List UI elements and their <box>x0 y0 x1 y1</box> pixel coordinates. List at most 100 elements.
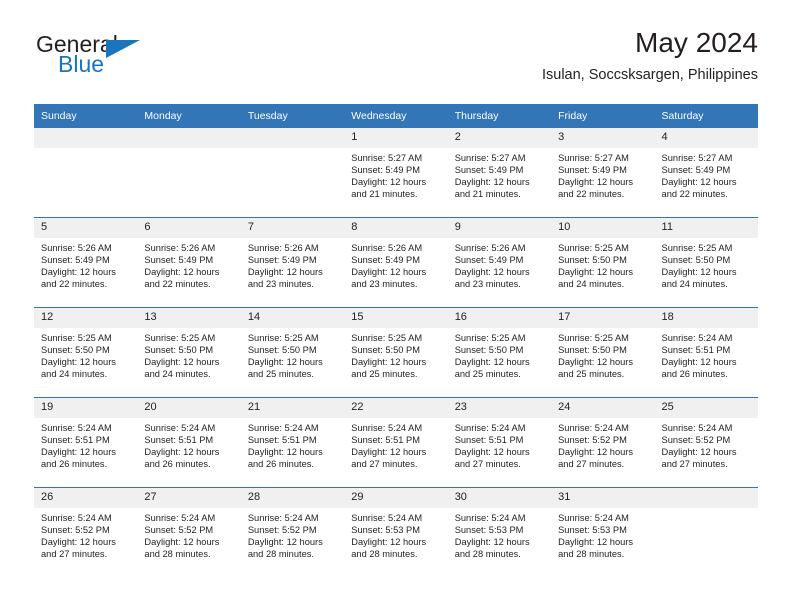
day-sunset-text: Sunset: 5:49 PM <box>558 165 627 176</box>
day-daylight-line1-text: Daylight: 12 hours <box>661 447 737 458</box>
title-block: May 2024 Isulan, Soccsksargen, Philippin… <box>542 26 758 85</box>
day-daylight-line1-text: Daylight: 12 hours <box>558 267 634 278</box>
day-daylight-line2-text: and 28 minutes. <box>454 549 521 560</box>
day-daylight-line2-text: and 24 minutes. <box>661 279 728 290</box>
calendar-day-cell[interactable]: 21 Sunrise: 5:24 AM Sunset: 5:51 PM Dayligh… <box>240 397 345 488</box>
location-subtitle: Isulan, Soccsksargen, Philippines <box>541 67 758 83</box>
day-daylight-line2-text: and 21 minutes. <box>454 189 521 200</box>
calendar-day-cell[interactable]: 3 Sunrise: 5:27 AM Sunset: 5:49 PM Daylight… <box>551 128 655 218</box>
calendar-header-row: Sunday Monday Tuesday Wednesday Thursday… <box>34 104 758 128</box>
day-sunrise-text: Sunrise: 5:25 AM <box>247 333 319 343</box>
calendar-day-cell[interactable]: 15 Sunrise: 5:25 AM Sunset: 5:50 PM Dayligh… <box>344 307 448 398</box>
day-daylight-line2-text: and 28 minutes. <box>144 549 211 560</box>
calendar-day-cell[interactable]: 7 Sunrise: 5:26 AM Sunset: 5:49 PM Daylight… <box>240 217 345 308</box>
day-sunrise-text: Sunrise: 5:26 AM <box>351 243 423 253</box>
day-number: 19 <box>34 398 138 418</box>
day-details: Sunrise: 5:26 AM Sunset: 5:49 PM Daylight:… <box>137 238 240 290</box>
calendar-day-cell[interactable]: 18 Sunrise: 5:24 AM Sunset: 5:51 PM Dayligh… <box>654 307 758 398</box>
calendar-day-cell[interactable]: 24 Sunrise: 5:24 AM Sunset: 5:52 PM Dayligh… <box>551 397 655 488</box>
calendar-day-cell[interactable]: 27 Sunrise: 5:24 AM Sunset: 5:52 PM Dayligh… <box>137 487 241 577</box>
day-sunset-text: Sunset: 5:49 PM <box>661 165 731 176</box>
day-number: 2 <box>447 128 552 148</box>
day-daylight-line1-text: Daylight: 12 hours <box>351 177 427 188</box>
calendar-day-cell[interactable]: 19 Sunrise: 5:24 AM Sunset: 5:51 PM Dayligh… <box>34 397 138 488</box>
calendar-day-cell[interactable]: 4 Sunrise: 5:27 AM Sunset: 5:49 PM Daylight… <box>654 128 758 218</box>
day-sunset-text: Sunset: 5:53 PM <box>351 525 420 536</box>
day-sunset-text: Sunset: 5:52 PM <box>558 435 627 446</box>
calendar-day-cell[interactable]: 13 Sunrise: 5:25 AM Sunset: 5:50 PM Dayligh… <box>137 307 241 398</box>
calendar-day-cell[interactable]: 6 Sunrise: 5:26 AM Sunset: 5:49 PM Daylight… <box>137 217 241 308</box>
day-daylight-line1-text: Daylight: 12 hours <box>558 537 634 548</box>
day-details: Sunrise: 5:24 AM Sunset: 5:52 PM Daylight:… <box>655 418 758 470</box>
calendar-day-cell[interactable]: 9 Sunrise: 5:26 AM Sunset: 5:49 PM Daylight… <box>447 217 552 308</box>
day-daylight-line1-text: Daylight: 12 hours <box>144 267 220 278</box>
day-daylight-line1-text: Daylight: 12 hours <box>247 537 323 548</box>
day-number: 28 <box>240 488 345 508</box>
day-sunrise-text: Sunrise: 5:24 AM <box>247 423 319 433</box>
calendar-day-cell[interactable]: 12 Sunrise: 5:25 AM Sunset: 5:50 PM Dayligh… <box>34 307 138 398</box>
day-daylight-line1-text: Daylight: 12 hours <box>351 447 427 458</box>
day-daylight-line1-text: Daylight: 12 hours <box>661 357 737 368</box>
calendar-day-cell[interactable]: 5 Sunrise: 5:26 AM Sunset: 5:49 PM Daylight… <box>34 217 138 308</box>
calendar-day-cell[interactable]: 17 Sunrise: 5:25 AM Sunset: 5:50 PM Dayligh… <box>551 307 655 398</box>
weekday-header-monday: Monday <box>137 104 241 128</box>
day-sunset-text: Sunset: 5:52 PM <box>41 525 110 536</box>
brand-logo[interactable]: General Blue <box>34 32 264 92</box>
day-sunset-text: Sunset: 5:52 PM <box>661 435 731 446</box>
calendar-day-cell[interactable]: 31 Sunrise: 5:24 AM Sunset: 5:53 PM Dayligh… <box>551 487 655 577</box>
calendar-day-cell[interactable]: 8 Sunrise: 5:26 AM Sunset: 5:49 PM Daylight… <box>344 217 448 308</box>
calendar-day-cell[interactable]: 28 Sunrise: 5:24 AM Sunset: 5:52 PM Dayligh… <box>240 487 345 577</box>
day-number: 24 <box>551 398 655 418</box>
day-number: 15 <box>344 308 448 328</box>
calendar-day-cell[interactable]: 23 Sunrise: 5:24 AM Sunset: 5:51 PM Dayligh… <box>447 397 552 488</box>
calendar-day-cell[interactable]: 2 Sunrise: 5:27 AM Sunset: 5:49 PM Daylight… <box>447 128 552 218</box>
calendar-day-cell[interactable]: 11 Sunrise: 5:25 AM Sunset: 5:50 PM Dayligh… <box>654 217 758 308</box>
calendar-day-cell[interactable]: 22 Sunrise: 5:24 AM Sunset: 5:51 PM Dayligh… <box>344 397 448 488</box>
day-daylight-line2-text: and 22 minutes. <box>558 189 625 200</box>
day-daylight-line2-text: and 26 minutes. <box>41 459 108 470</box>
calendar-day-cell[interactable]: 29 Sunrise: 5:24 AM Sunset: 5:53 PM Dayligh… <box>344 487 448 577</box>
day-daylight-line2-text: and 24 minutes. <box>144 369 211 380</box>
day-daylight-line1-text: Daylight: 12 hours <box>454 177 530 188</box>
day-sunset-text: Sunset: 5:50 PM <box>41 345 110 356</box>
calendar-day-cell[interactable]: 1 Sunrise: 5:27 AM Sunset: 5:49 PM Daylight… <box>344 128 448 218</box>
page-title: May 2024 <box>635 27 758 58</box>
calendar-body: 1 Sunrise: 5:27 AM Sunset: 5:49 PM Daylight… <box>34 128 758 577</box>
day-sunset-text: Sunset: 5:49 PM <box>351 165 420 176</box>
day-sunrise-text: Sunrise: 5:24 AM <box>144 513 216 523</box>
day-daylight-line1-text: Daylight: 12 hours <box>247 447 323 458</box>
calendar-day-cell[interactable]: 26 Sunrise: 5:24 AM Sunset: 5:52 PM Dayligh… <box>34 487 138 577</box>
day-number: 11 <box>654 218 758 238</box>
calendar-day-cell[interactable]: 10 Sunrise: 5:25 AM Sunset: 5:50 PM Dayligh… <box>551 217 655 308</box>
day-daylight-line2-text: and 23 minutes. <box>351 279 418 290</box>
day-sunrise-text: Sunrise: 5:27 AM <box>661 153 733 163</box>
day-number: 3 <box>551 128 655 148</box>
day-details: Sunrise: 5:26 AM Sunset: 5:49 PM Daylight:… <box>241 238 344 290</box>
day-number: 20 <box>137 398 241 418</box>
day-daylight-line2-text: and 24 minutes. <box>558 279 625 290</box>
day-sunrise-text: Sunrise: 5:24 AM <box>247 513 319 523</box>
day-sunrise-text: Sunrise: 5:24 AM <box>41 423 112 433</box>
calendar-day-cell[interactable]: 25 Sunrise: 5:24 AM Sunset: 5:52 PM Dayligh… <box>654 397 758 488</box>
day-daylight-line1-text: Daylight: 12 hours <box>558 177 634 188</box>
day-sunset-text: Sunset: 5:49 PM <box>247 255 317 266</box>
calendar-day-cell[interactable]: 20 Sunrise: 5:24 AM Sunset: 5:51 PM Dayligh… <box>137 397 241 488</box>
day-sunrise-text: Sunrise: 5:24 AM <box>144 423 216 433</box>
day-daylight-line2-text: and 27 minutes. <box>661 459 728 470</box>
calendar-day-cell[interactable]: 16 Sunrise: 5:25 AM Sunset: 5:50 PM Dayligh… <box>447 307 552 398</box>
calendar-day-cell[interactable]: 14 Sunrise: 5:25 AM Sunset: 5:50 PM Dayligh… <box>240 307 345 398</box>
day-sunset-text: Sunset: 5:53 PM <box>454 525 524 536</box>
calendar-day-cell[interactable]: 30 Sunrise: 5:24 AM Sunset: 5:53 PM Dayligh… <box>447 487 552 577</box>
day-sunset-text: Sunset: 5:50 PM <box>144 345 214 356</box>
day-details: Sunrise: 5:24 AM Sunset: 5:52 PM Daylight:… <box>241 508 344 560</box>
weekday-header-saturday: Saturday <box>654 104 758 128</box>
day-sunset-text: Sunset: 5:50 PM <box>351 345 420 356</box>
day-sunrise-text: Sunrise: 5:24 AM <box>661 423 733 433</box>
day-daylight-line2-text: and 23 minutes. <box>247 279 314 290</box>
day-number: 6 <box>137 218 241 238</box>
day-sunrise-text: Sunrise: 5:24 AM <box>558 423 629 433</box>
day-details: Sunrise: 5:26 AM Sunset: 5:49 PM Daylight:… <box>448 238 551 290</box>
day-sunrise-text: Sunrise: 5:24 AM <box>454 513 526 523</box>
day-details: Sunrise: 5:25 AM Sunset: 5:50 PM Daylight:… <box>137 328 240 380</box>
day-sunrise-text: Sunrise: 5:25 AM <box>558 333 629 343</box>
